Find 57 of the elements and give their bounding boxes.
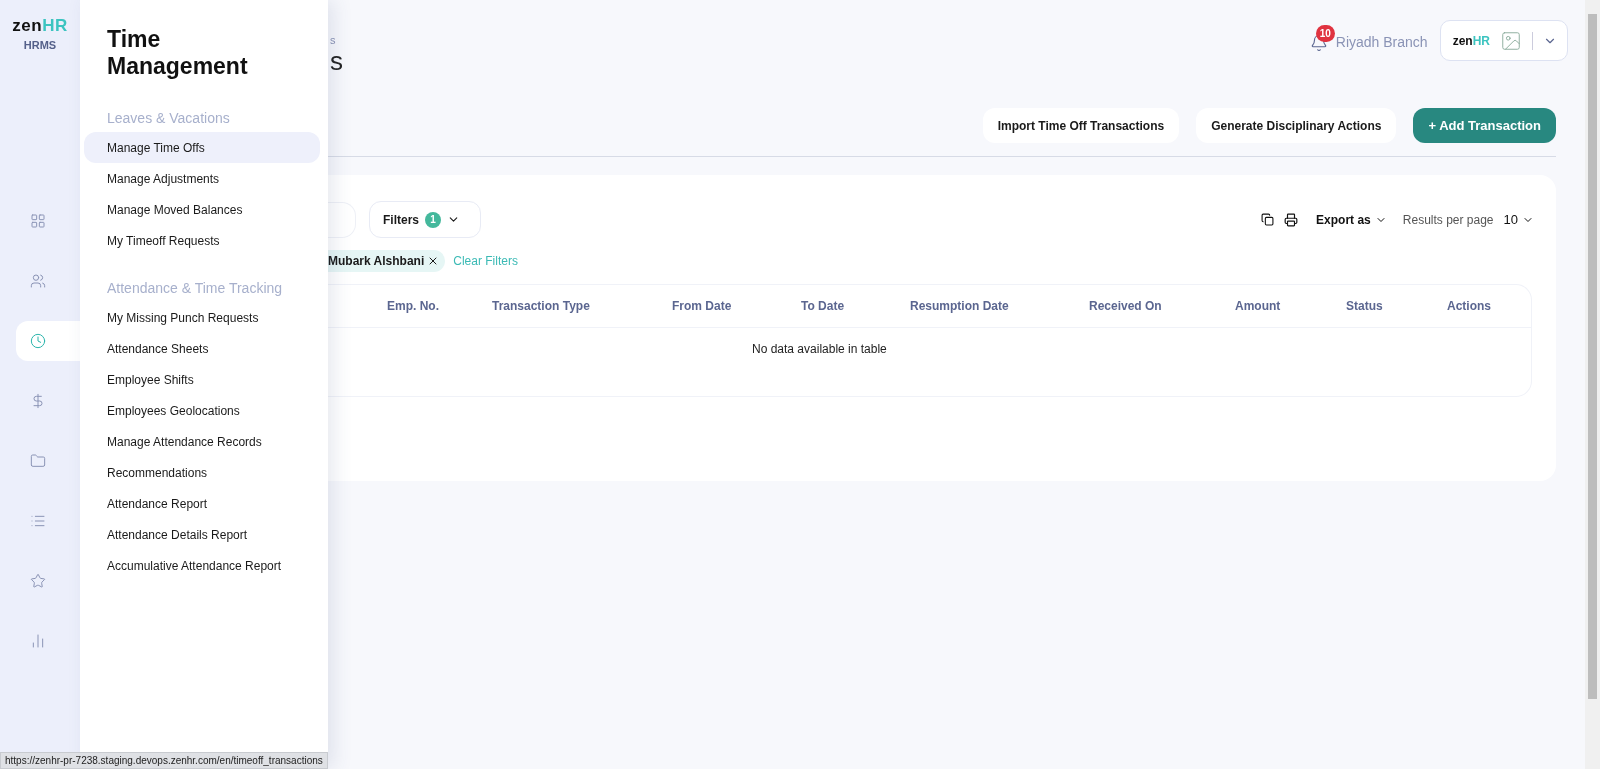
action-button[interactable]: Import Time Off Transactions bbox=[982, 108, 1180, 143]
column-header[interactable]: Actions bbox=[1447, 299, 1531, 313]
results-label: Results per page bbox=[1402, 212, 1494, 227]
column-header[interactable]: Amount bbox=[1235, 299, 1346, 313]
notification-count: 10 bbox=[1315, 25, 1335, 42]
clock-icon bbox=[30, 333, 46, 349]
people-icon bbox=[30, 273, 46, 289]
status-url: https://zenhr-pr-7238.staging.devops.zenhr.com/en/timeoff_transactions bbox=[0, 752, 328, 769]
chart-icon bbox=[30, 633, 46, 649]
menu-item[interactable]: Manage Adjustments bbox=[84, 163, 320, 194]
menu-title: Time Management bbox=[107, 26, 249, 80]
dashboard-icon bbox=[30, 213, 46, 229]
list-icon bbox=[30, 513, 46, 529]
section-heading: Attendance & Time Tracking bbox=[107, 280, 284, 296]
menu-item[interactable]: My Missing Punch Requests bbox=[84, 302, 320, 333]
export-dropdown[interactable]: Export as bbox=[1316, 212, 1387, 227]
column-header[interactable]: Emp. No. bbox=[387, 299, 492, 313]
column-header[interactable]: Resumption Date bbox=[910, 299, 1089, 313]
scrollbar[interactable] bbox=[1585, 0, 1600, 769]
menu-item[interactable]: Attendance Sheets bbox=[84, 333, 320, 364]
menu-item[interactable]: My Timeoff Requests bbox=[84, 225, 320, 256]
action-button[interactable]: Generate Disciplinary Actions bbox=[1196, 108, 1397, 143]
empty-message: No data available in table bbox=[751, 341, 888, 356]
product-name: HRMS bbox=[23, 39, 57, 51]
menu-item[interactable]: Employee Shifts bbox=[84, 364, 320, 395]
column-header[interactable]: Received On bbox=[1089, 299, 1235, 313]
profile-menu[interactable]: zenHR bbox=[1439, 20, 1568, 61]
results-dropdown[interactable]: 10 bbox=[1503, 212, 1534, 227]
copy-icon[interactable] bbox=[1261, 213, 1275, 226]
menu-item[interactable]: Recommendations bbox=[84, 457, 320, 488]
star-icon bbox=[30, 573, 46, 589]
menu-item[interactable]: Manage Moved Balances bbox=[84, 194, 320, 225]
rail-item[interactable] bbox=[16, 321, 80, 361]
filters-button[interactable]: Filters 1 bbox=[369, 201, 481, 238]
folder-icon bbox=[30, 453, 46, 469]
add-button[interactable]: + Add Transaction bbox=[1413, 108, 1556, 143]
search-field[interactable] bbox=[328, 201, 356, 238]
branch-name: Riyadh Branch bbox=[1335, 34, 1428, 50]
menu-item[interactable]: Attendance Details Report bbox=[84, 519, 320, 550]
column-header[interactable]: To Date bbox=[801, 299, 910, 313]
column-header[interactable]: From Date bbox=[672, 299, 801, 313]
section-heading: Leaves & Vacations bbox=[107, 110, 231, 126]
menu-item[interactable]: Manage Attendance Records bbox=[84, 426, 320, 457]
page-title: s bbox=[330, 46, 343, 77]
column-header[interactable]: Transaction Type bbox=[492, 299, 672, 313]
menu-item[interactable]: Accumulative Attendance Report bbox=[84, 550, 320, 581]
filter-count: 1 bbox=[425, 211, 441, 228]
dollar-icon bbox=[30, 393, 46, 409]
menu-item[interactable]: Employees Geolocations bbox=[84, 395, 320, 426]
menu-item[interactable]: Attendance Report bbox=[84, 488, 320, 519]
menu-item[interactable]: Manage Time Offs bbox=[84, 132, 320, 163]
column-header[interactable]: Status bbox=[1346, 299, 1447, 313]
filter-chip[interactable]: Mubark Alshbani bbox=[328, 250, 446, 272]
print-icon[interactable] bbox=[1284, 212, 1299, 227]
logo: zenHR bbox=[12, 16, 68, 36]
broken-image-icon bbox=[1500, 29, 1522, 52]
company-logo: zenHR bbox=[1452, 33, 1490, 48]
